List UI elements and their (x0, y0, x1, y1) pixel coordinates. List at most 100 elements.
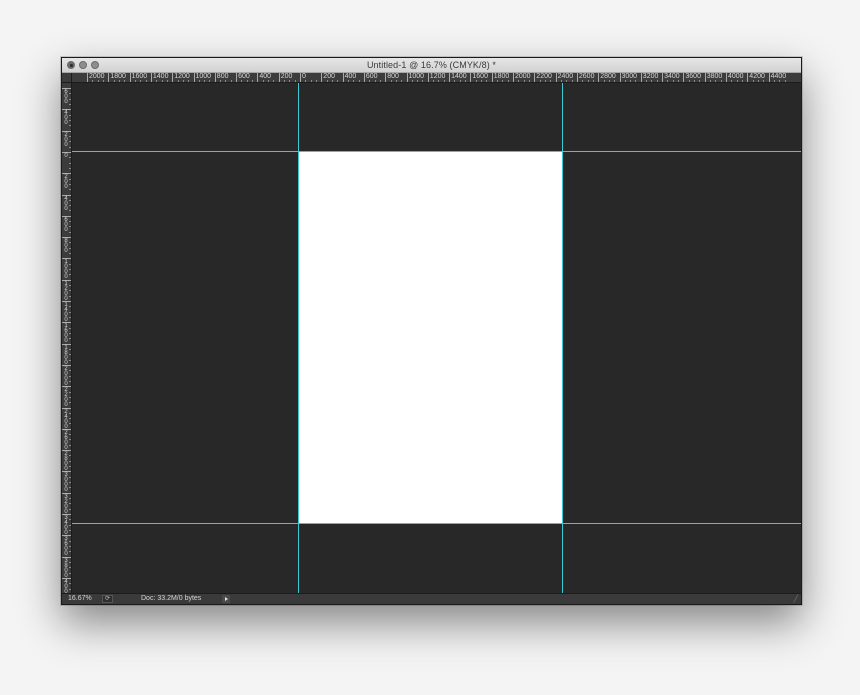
ruler-minor-tick (289, 80, 291, 82)
ruler-minor-tick (69, 487, 71, 489)
ruler-minor-tick (284, 80, 286, 82)
zoom-level-field[interactable]: 16.67% (68, 594, 92, 604)
ruler-minor-tick (69, 370, 71, 372)
ruler-major-tick (342, 73, 344, 82)
resize-grip-icon[interactable]: ╱ (794, 595, 798, 605)
ruler-major-tick (747, 73, 749, 82)
ruler-minor-tick (69, 476, 71, 478)
horizontal-ruler[interactable]: 2000 1800 1600 1400 1200 1000 800 600 400 200 0 200… (72, 73, 801, 83)
ruler-minor-tick (69, 183, 71, 185)
ruler-minor-tick (161, 80, 163, 82)
rotate-icon[interactable]: ⟳ (102, 595, 113, 603)
ruler-minor-tick (443, 80, 445, 82)
ruler-major-tick (555, 73, 557, 82)
ruler-minor-tick (262, 80, 264, 82)
ruler-minor-tick (69, 210, 71, 212)
ruler-h-label: 800 (216, 73, 229, 80)
ruler-minor-tick (465, 80, 467, 82)
ruler-minor-tick (688, 80, 690, 82)
ruler-minor-tick (651, 80, 653, 82)
ruler-minor-tick (268, 80, 270, 82)
ruler-minor-tick (358, 80, 360, 82)
vertical-ruler[interactable]: 600 400 200 0 200 400 600 800 1000 1200 1400 1600 18… (62, 83, 72, 593)
ruler-minor-tick (422, 80, 424, 82)
ruler-minor-tick (69, 503, 71, 505)
ruler-minor-tick (69, 178, 71, 180)
ruler-minor-tick (608, 80, 610, 82)
ruler-major-tick (129, 73, 131, 82)
ruler-minor-tick (69, 567, 71, 569)
ruler-minor-tick (481, 80, 483, 82)
ruler-minor-tick (69, 226, 71, 228)
ruler-major-tick (236, 73, 238, 82)
ruler-minor-tick (69, 221, 71, 223)
ruler-major-tick (427, 73, 429, 82)
guide-horizontal-bottom[interactable] (72, 523, 801, 524)
ruler-h-label: 200 (323, 73, 335, 80)
ruler-minor-tick (69, 269, 71, 271)
ruler-minor-tick (69, 460, 71, 462)
ruler-h-label: 400 (344, 73, 357, 80)
ruler-minor-tick (347, 80, 349, 82)
ruler-origin[interactable] (62, 73, 72, 83)
ruler-minor-tick (69, 119, 71, 121)
ruler-minor-tick (731, 80, 733, 82)
document-canvas[interactable] (299, 151, 563, 523)
ruler-minor-tick (757, 80, 759, 82)
ruler-major-tick (108, 73, 110, 82)
play-triangle-icon[interactable] (222, 595, 230, 603)
ruler-minor-tick (69, 242, 71, 244)
ruler-minor-tick (69, 423, 71, 425)
ruler-major-tick (534, 73, 536, 82)
ruler-minor-tick (166, 80, 168, 82)
ruler-minor-tick (69, 162, 71, 164)
ruler-major-tick (619, 73, 621, 82)
ruler-h-label: 800 (387, 73, 399, 80)
ruler-minor-tick (544, 80, 546, 82)
ruler-minor-tick (69, 482, 71, 484)
ruler-minor-tick (374, 80, 376, 82)
ruler-major-tick (491, 73, 493, 82)
ruler-minor-tick (69, 231, 71, 233)
ruler-minor-tick (69, 93, 71, 95)
ruler-minor-tick (69, 354, 71, 356)
title-bar[interactable]: Untitled-1 @ 16.7% (CMYK/8) * (62, 58, 801, 73)
ruler-minor-tick (118, 80, 120, 82)
ruler-minor-tick (69, 434, 71, 436)
ruler-major-tick (662, 73, 664, 82)
guide-horizontal-top[interactable] (72, 151, 801, 152)
guide-vertical-left[interactable] (298, 83, 299, 593)
ruler-v-label: 400 (64, 110, 68, 127)
ruler-minor-tick (353, 80, 355, 82)
ruler-v-label: 600 (64, 216, 68, 233)
ruler-minor-tick (486, 80, 488, 82)
ruler-minor-tick (395, 80, 397, 82)
canvas-pasteboard[interactable] (72, 83, 801, 593)
ruler-minor-tick (177, 80, 179, 82)
ruler-minor-tick (390, 80, 392, 82)
ruler-minor-tick (331, 80, 333, 82)
ruler-minor-tick (784, 80, 786, 82)
ruler-minor-tick (69, 412, 71, 414)
ruler-minor-tick (156, 80, 158, 82)
ruler-minor-tick (246, 80, 248, 82)
ruler-minor-tick (69, 561, 71, 563)
ruler-minor-tick (69, 125, 71, 127)
ruler-minor-tick (209, 80, 211, 82)
ruler-minor-tick (69, 199, 71, 201)
ruler-major-tick (704, 73, 706, 82)
ruler-minor-tick (69, 529, 71, 531)
ruler-minor-tick (92, 80, 94, 82)
ruler-minor-tick (69, 375, 71, 377)
ruler-minor-tick (69, 338, 71, 340)
ruler-minor-tick (69, 551, 71, 553)
ruler-minor-tick (560, 80, 562, 82)
window-title: Untitled-1 @ 16.7% (CMYK/8) * (366, 60, 497, 70)
ruler-minor-tick (475, 80, 477, 82)
guide-vertical-right[interactable] (562, 83, 563, 593)
ruler-minor-tick (497, 80, 499, 82)
ruler-major-tick (172, 73, 174, 82)
ruler-minor-tick (69, 348, 71, 350)
ruler-minor-tick (502, 80, 504, 82)
ruler-minor-tick (69, 332, 71, 334)
